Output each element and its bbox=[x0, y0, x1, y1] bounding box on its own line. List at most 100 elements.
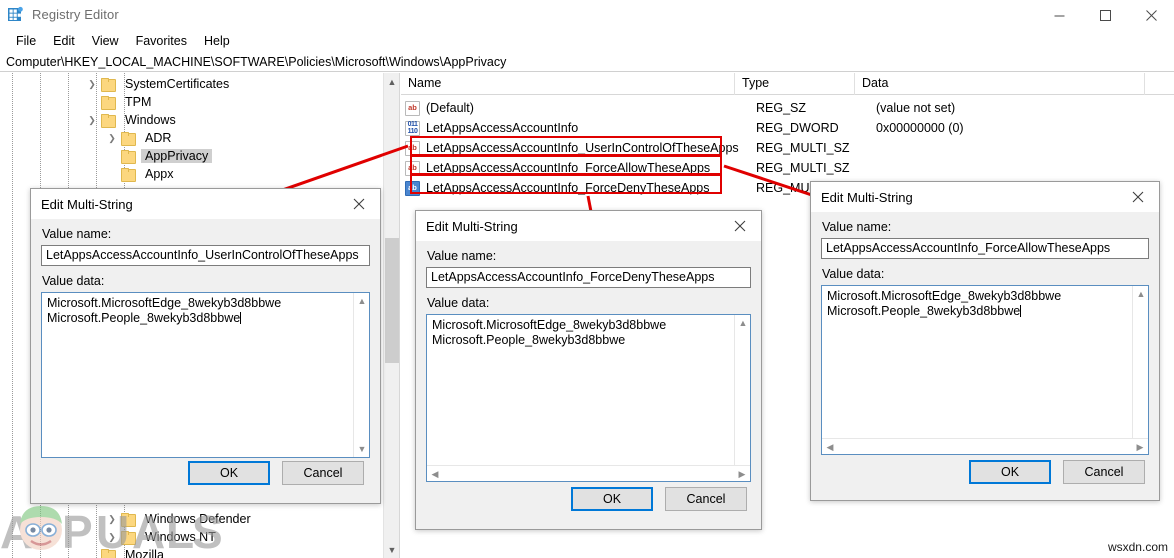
value-name-input[interactable]: LetAppsAccessAccountInfo_ForceAllowThese… bbox=[821, 238, 1149, 259]
chevron-right-icon[interactable]: ❯ bbox=[84, 75, 100, 93]
dialog-body: Value name: LetAppsAccessAccountInfo_For… bbox=[416, 249, 761, 482]
dialog-title: Edit Multi-String bbox=[41, 196, 133, 212]
value-data-text: Microsoft.MicrosoftEdge_8wekyb3d8bbwe Mic… bbox=[827, 289, 1062, 318]
dialog-titlebar: Edit Multi-String bbox=[31, 189, 380, 219]
folder-icon bbox=[120, 512, 136, 527]
dialog-title: Edit Multi-String bbox=[821, 189, 913, 205]
table-row[interactable]: ab LetAppsAccessAccountInfo_UserInContro… bbox=[401, 138, 1174, 158]
registry-editor-window: Registry Editor File Edit View Favorites… bbox=[0, 0, 1174, 558]
textarea-horizontal-scrollbar[interactable]: ◀ ▶ bbox=[427, 465, 750, 481]
dialog-button-row: OK Cancel bbox=[969, 460, 1145, 484]
value-name-input[interactable]: LetAppsAccessAccountInfo_ForceDenyTheseA… bbox=[426, 267, 751, 288]
column-header-data[interactable]: Data bbox=[855, 73, 1145, 95]
scroll-down-icon[interactable]: ▼ bbox=[354, 441, 369, 457]
minimize-icon[interactable] bbox=[1036, 0, 1082, 30]
scroll-down-icon[interactable]: ▼ bbox=[384, 541, 399, 558]
registry-editor-icon bbox=[7, 6, 24, 23]
close-icon[interactable] bbox=[1117, 182, 1159, 212]
string-value-icon: ab bbox=[405, 160, 420, 176]
scroll-left-icon[interactable]: ◀ bbox=[822, 439, 838, 454]
textarea-vertical-scrollbar[interactable]: ▲ ▼ bbox=[1132, 286, 1148, 454]
tree-node-tpm[interactable]: TPM bbox=[0, 93, 384, 111]
table-row[interactable]: ab LetAppsAccessAccountInfo_ForceAllowTh… bbox=[401, 158, 1174, 178]
value-name-label: Value name: bbox=[822, 220, 892, 234]
scroll-up-icon[interactable]: ▲ bbox=[735, 315, 750, 331]
string-value-icon: ab bbox=[405, 180, 420, 196]
menu-file[interactable]: File bbox=[8, 32, 45, 50]
textarea-horizontal-scrollbar[interactable]: ◀ ▶ bbox=[822, 438, 1148, 454]
tree-node-label: Windows Defender bbox=[145, 512, 251, 526]
scroll-right-icon[interactable]: ▶ bbox=[1132, 439, 1148, 454]
folder-icon bbox=[100, 113, 116, 128]
registry-path: Computer\HKEY_LOCAL_MACHINE\SOFTWARE\Pol… bbox=[6, 54, 507, 69]
text-caret bbox=[1020, 305, 1022, 317]
tree-node-windows[interactable]: ❯ Windows bbox=[0, 111, 384, 129]
scrollbar-thumb[interactable] bbox=[385, 238, 399, 363]
textarea-vertical-scrollbar[interactable]: ▲ ▼ bbox=[353, 293, 369, 457]
scroll-up-icon[interactable]: ▲ bbox=[354, 293, 369, 309]
menu-help[interactable]: Help bbox=[196, 32, 239, 50]
string-value-icon: ab bbox=[405, 140, 420, 156]
value-data-label: Value data: bbox=[427, 296, 490, 310]
value-name-input[interactable]: LetAppsAccessAccountInfo_UserInControlOf… bbox=[41, 245, 370, 266]
menu-favorites[interactable]: Favorites bbox=[128, 32, 196, 50]
chevron-right-icon[interactable]: ❯ bbox=[104, 510, 120, 528]
close-icon[interactable] bbox=[1128, 0, 1174, 30]
table-row[interactable]: 011 110 LetAppsAccessAccountInfo REG_DWOR… bbox=[401, 118, 1174, 138]
textarea-vertical-scrollbar[interactable]: ▲ ▼ bbox=[734, 315, 750, 481]
column-header-name[interactable]: Name bbox=[401, 73, 735, 95]
tree-vertical-scrollbar[interactable]: ▲ ▼ bbox=[383, 73, 399, 558]
close-icon[interactable] bbox=[719, 211, 761, 241]
value-type: REG_MULTI_SZ bbox=[756, 161, 850, 175]
tree-node-label: TPM bbox=[125, 95, 152, 109]
chevron-down-icon[interactable]: ❯ bbox=[84, 111, 100, 129]
chevron-right-icon[interactable]: ❯ bbox=[104, 129, 120, 147]
close-icon[interactable] bbox=[338, 189, 380, 219]
dialog-button-row: OK Cancel bbox=[188, 461, 364, 485]
tree-node-windows-nt[interactable]: ❯ Windows NT bbox=[0, 528, 384, 546]
ok-button[interactable]: OK bbox=[571, 487, 653, 511]
tree-node-label: SystemCertificates bbox=[125, 77, 230, 91]
scroll-left-icon[interactable]: ◀ bbox=[427, 466, 443, 481]
chevron-right-icon[interactable]: ❯ bbox=[104, 528, 120, 546]
value-data-text: Microsoft.MicrosoftEdge_8wekyb3d8bbwe Mic… bbox=[47, 296, 282, 325]
value-data-textarea[interactable]: Microsoft.MicrosoftEdge_8wekyb3d8bbwe Mic… bbox=[41, 292, 370, 458]
edit-multi-string-dialog-right: Edit Multi-String Value name: LetAppsAcc… bbox=[810, 181, 1160, 501]
tree-node-mozilla[interactable]: Mozilla bbox=[0, 546, 384, 558]
menubar: File Edit View Favorites Help bbox=[0, 30, 1174, 52]
dialog-button-row: OK Cancel bbox=[571, 487, 747, 511]
list-column-headers: Name Type Data bbox=[401, 73, 1174, 95]
column-header-type[interactable]: Type bbox=[735, 73, 855, 95]
ok-button[interactable]: OK bbox=[969, 460, 1051, 484]
tree-node-adr[interactable]: ❯ ADR bbox=[0, 129, 384, 147]
value-type: REG_MULTI_SZ bbox=[756, 141, 850, 155]
scroll-right-icon[interactable]: ▶ bbox=[734, 466, 750, 481]
tree-node-label: Mozilla bbox=[125, 548, 164, 558]
source-watermark: wsxdn.com bbox=[1107, 540, 1168, 554]
maximize-icon[interactable] bbox=[1082, 0, 1128, 30]
menu-edit[interactable]: Edit bbox=[45, 32, 84, 50]
scroll-up-icon[interactable]: ▲ bbox=[384, 73, 399, 90]
table-row[interactable]: ab (Default) REG_SZ (value not set) bbox=[401, 98, 1174, 118]
dialog-titlebar: Edit Multi-String bbox=[811, 182, 1159, 212]
address-bar[interactable]: Computer\HKEY_LOCAL_MACHINE\SOFTWARE\Pol… bbox=[0, 52, 1174, 72]
cancel-button[interactable]: Cancel bbox=[282, 461, 364, 485]
folder-icon bbox=[120, 167, 136, 182]
window-title: Registry Editor bbox=[32, 7, 119, 22]
tree-node-systemcertificates[interactable]: ❯ SystemCertificates bbox=[0, 75, 384, 93]
value-data-textarea[interactable]: Microsoft.MicrosoftEdge_8wekyb3d8bbwe Mic… bbox=[821, 285, 1149, 455]
tree-node-windows-defender[interactable]: ❯ Windows Defender bbox=[0, 510, 384, 528]
tree-node-appprivacy[interactable]: AppPrivacy bbox=[0, 147, 384, 165]
cancel-button[interactable]: Cancel bbox=[665, 487, 747, 511]
tree-node-appx[interactable]: Appx bbox=[0, 165, 384, 183]
menu-view[interactable]: View bbox=[84, 32, 128, 50]
ok-button[interactable]: OK bbox=[188, 461, 270, 485]
scroll-up-icon[interactable]: ▲ bbox=[1133, 286, 1148, 302]
cancel-button[interactable]: Cancel bbox=[1063, 460, 1145, 484]
value-data: 0x00000000 (0) bbox=[876, 121, 964, 135]
value-data-textarea[interactable]: Microsoft.MicrosoftEdge_8wekyb3d8bbwe Mic… bbox=[426, 314, 751, 482]
